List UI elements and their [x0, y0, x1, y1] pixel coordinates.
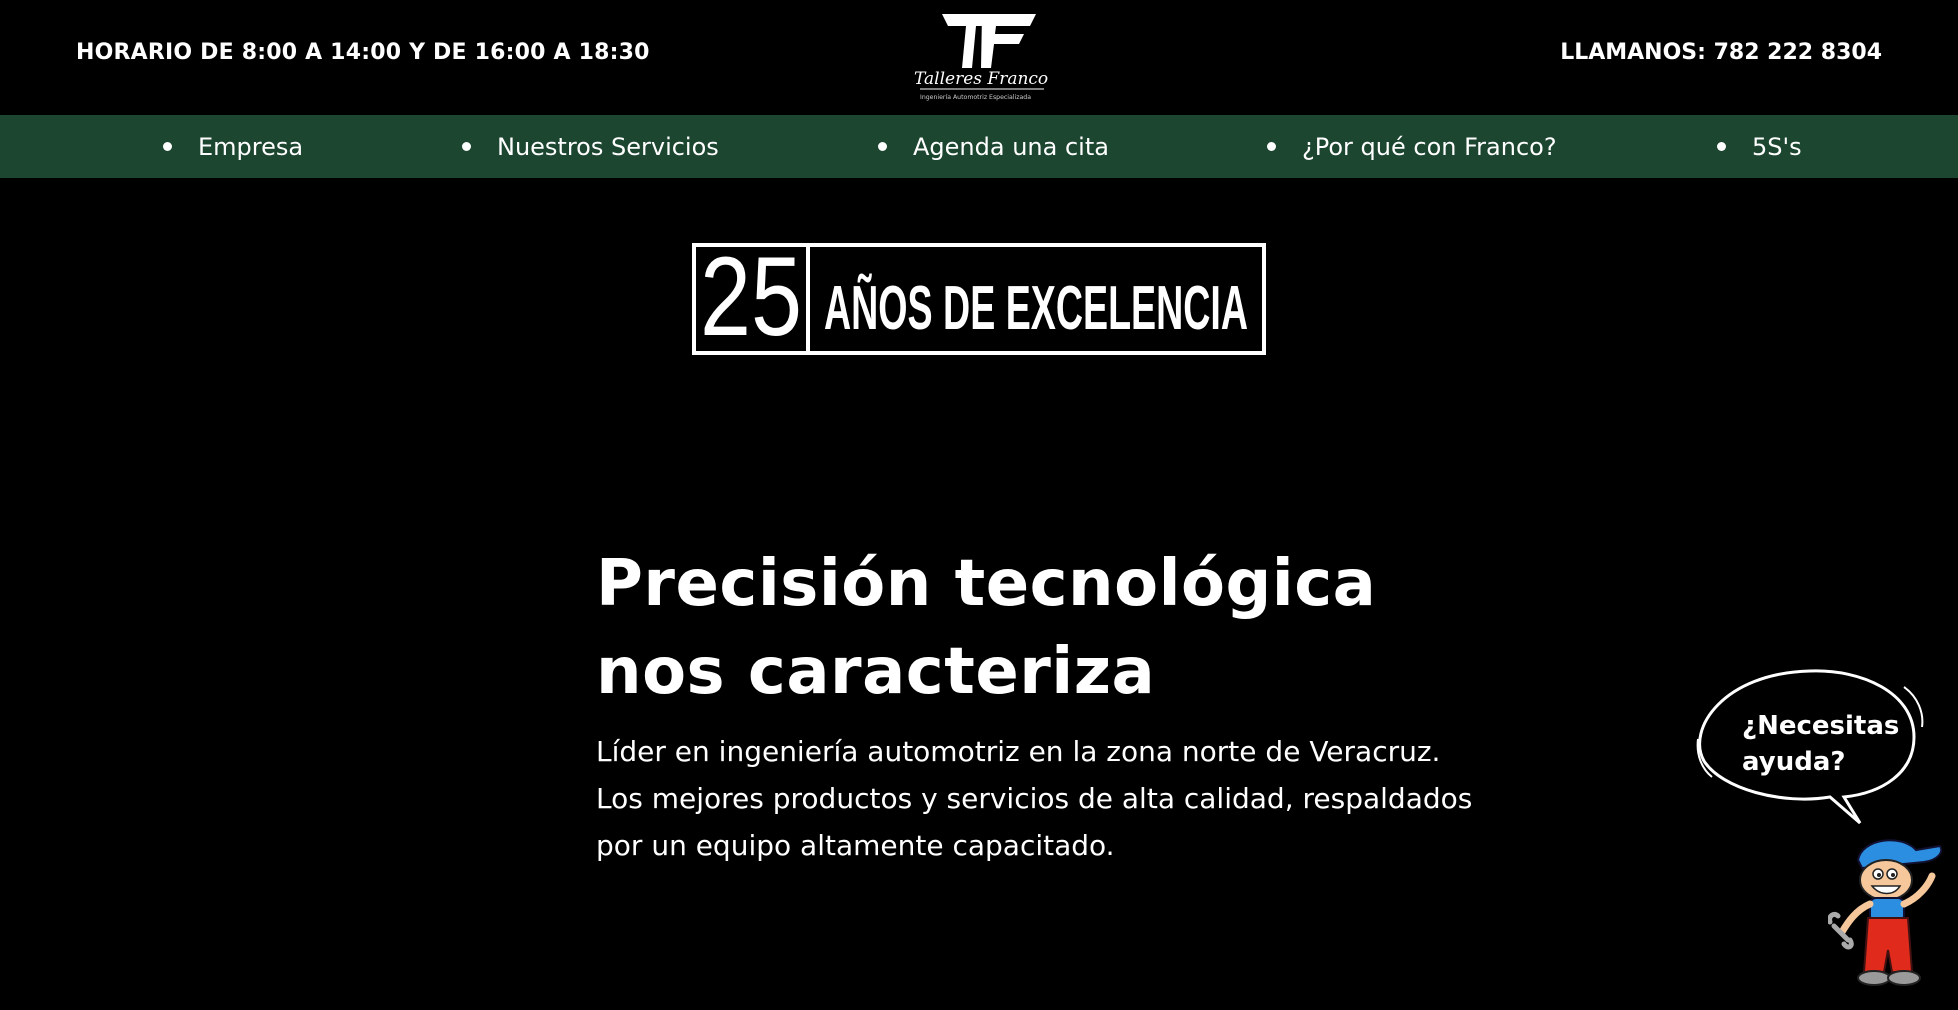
- bullet-icon: [462, 142, 471, 151]
- headline-line-2: nos caracteriza: [596, 635, 1156, 709]
- badge-number: 25: [700, 243, 802, 355]
- logo-script: Talleres Franco: [914, 69, 1048, 89]
- phone-number[interactable]: LLAMANOS: 782 222 8304: [1560, 40, 1882, 65]
- bullet-icon: [1717, 142, 1726, 151]
- nav-item-5s[interactable]: 5S's: [1717, 115, 1802, 178]
- help-line-2: ayuda?: [1742, 747, 1846, 777]
- nav-item-label: 5S's: [1752, 132, 1802, 161]
- talleres-franco-logo[interactable]: Talleres Franco Ingeniería Automotriz Es…: [896, 8, 1056, 104]
- hero-headline: Precisión tecnológica nos caracteriza: [596, 540, 1376, 716]
- lead-line-2: Los mejores productos y servicios de alt…: [596, 782, 1473, 815]
- nav-item-por-que[interactable]: ¿Por qué con Franco?: [1267, 115, 1557, 178]
- nav-item-servicios[interactable]: Nuestros Servicios: [462, 115, 719, 178]
- mechanic-mascot-icon[interactable]: [1828, 832, 1948, 1004]
- nav-item-label: ¿Por qué con Franco?: [1302, 132, 1557, 161]
- hero-description: Líder en ingeniería automotriz en la zon…: [596, 728, 1496, 869]
- nav-item-label: Agenda una cita: [913, 132, 1109, 161]
- nav-item-label: Empresa: [198, 132, 304, 161]
- logo-f-shape: [981, 14, 1036, 68]
- nav-item-empresa[interactable]: Empresa: [163, 115, 303, 178]
- top-bar: HORARIO DE 8:00 A 14:00 Y DE 16:00 A 18:…: [0, 0, 1958, 115]
- help-line-1: ¿Necesitas: [1742, 711, 1900, 741]
- mascot-overalls: [1862, 917, 1914, 973]
- bullet-icon: [1267, 142, 1276, 151]
- logo-tagline: Ingeniería Automotriz Especializada: [920, 93, 1031, 101]
- main-nav: Empresa Nuestros Servicios Agenda una ci…: [0, 115, 1958, 178]
- nav-item-label: Nuestros Servicios: [497, 132, 719, 161]
- badge-text: AÑOS DE EXCELENCIA: [824, 274, 1248, 343]
- anniversary-badge: 25 AÑOS DE EXCELENCIA: [692, 243, 1266, 355]
- bullet-icon: [163, 142, 172, 151]
- help-prompt[interactable]: ¿Necesitas ayuda?: [1742, 708, 1899, 780]
- headline-line-1: Precisión tecnológica: [596, 547, 1377, 621]
- bullet-icon: [878, 142, 887, 151]
- nav-item-agenda[interactable]: Agenda una cita: [878, 115, 1109, 178]
- business-hours: HORARIO DE 8:00 A 14:00 Y DE 16:00 A 18:…: [76, 40, 650, 65]
- lead-line-3: por un equipo altamente capacitado.: [596, 829, 1115, 862]
- lead-line-1: Líder en ingeniería automotriz en la zon…: [596, 735, 1441, 768]
